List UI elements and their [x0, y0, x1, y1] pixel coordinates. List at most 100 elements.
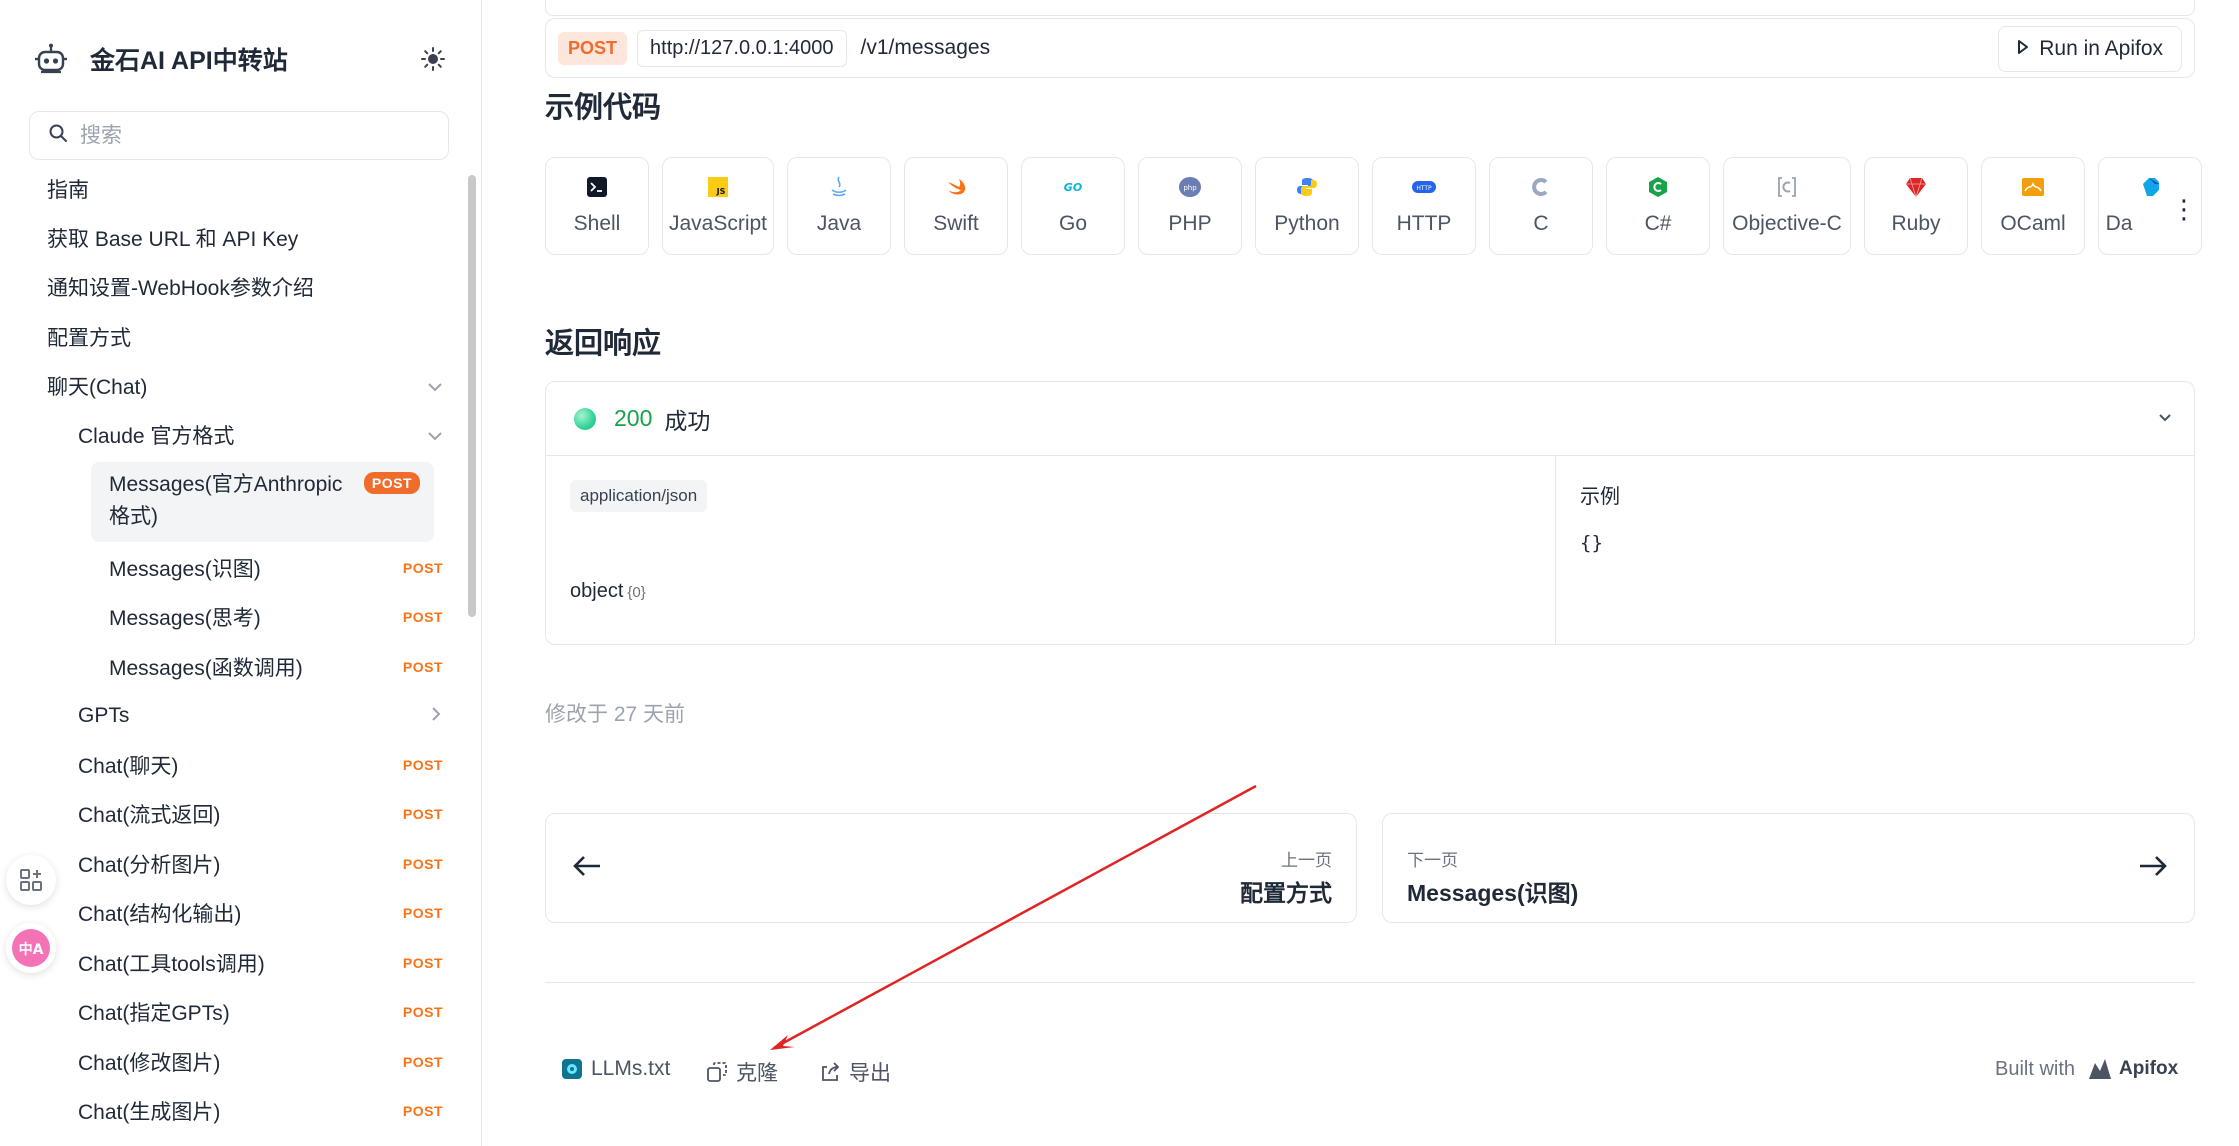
lang-tab-java[interactable]: Java: [787, 157, 891, 255]
sidebar-item-chat[interactable]: Chat(聊天) POST: [78, 745, 443, 785]
chevron-down-icon: [427, 375, 443, 398]
example-value: {}: [1580, 532, 1603, 554]
sidebar-item-chat-stream[interactable]: Chat(流式返回) POST: [78, 794, 443, 834]
lang-tab-http[interactable]: HTTP HTTP: [1372, 157, 1476, 255]
next-page-link[interactable]: 下一页 Messages(识图): [1382, 813, 2195, 923]
translate-icon[interactable]: 中A: [6, 923, 56, 973]
prev-page-title: 配置方式: [1240, 880, 1332, 906]
lang-tab-swift[interactable]: Swift: [904, 157, 1008, 255]
sidebar-item-webhook[interactable]: 通知设置-WebHook参数介绍: [47, 272, 314, 302]
sidebar-item-label: Chat(修改图片): [78, 1052, 221, 1075]
sidebar-group-chat[interactable]: 聊天(Chat): [47, 371, 443, 401]
sidebar-scrollbar[interactable]: [468, 175, 476, 617]
example-label: 示例: [1580, 486, 1620, 508]
post-badge: POST: [402, 757, 443, 773]
sidebar-item-chat-image-analysis[interactable]: Chat(分析图片) POST: [78, 844, 443, 884]
clone-button[interactable]: 克隆: [706, 1057, 778, 1087]
post-badge: POST: [402, 856, 443, 872]
more-vertical-icon[interactable]: ⋮: [2171, 196, 2197, 222]
export-button[interactable]: 导出: [819, 1057, 891, 1087]
c-language-icon: [1528, 174, 1554, 200]
sidebar-item-label: Chat(聊天): [78, 755, 179, 778]
built-with-label: Built with: [1995, 1057, 2076, 1080]
response-status-row[interactable]: 200 成功: [546, 382, 2194, 456]
lang-label: Java: [816, 212, 862, 235]
lang-tab-csharp[interactable]: C#: [1606, 157, 1710, 255]
lang-tab-ruby[interactable]: Ruby: [1864, 157, 1968, 255]
search-box[interactable]: [29, 111, 449, 160]
schema-type: object {0}: [570, 580, 646, 603]
lang-tab-php[interactable]: php PHP: [1138, 157, 1242, 255]
lang-tab-objective-c[interactable]: Objective-C: [1723, 157, 1851, 255]
sidebar-group-claude[interactable]: Claude 官方格式: [78, 420, 443, 450]
post-badge: POST: [402, 560, 443, 576]
svg-text:HTTP: HTTP: [1416, 185, 1432, 192]
lang-tab-go[interactable]: GO Go: [1021, 157, 1125, 255]
sidebar-item-get-base-url[interactable]: 获取 Base URL 和 API Key: [47, 223, 298, 253]
sidebar-item-messages-thinking[interactable]: Messages(思考) POST: [109, 597, 443, 637]
lang-tab-shell[interactable]: Shell: [545, 157, 649, 255]
sidebar-item-chat-tools[interactable]: Chat(工具tools调用) POST: [78, 943, 443, 983]
lang-label: Swift: [933, 212, 979, 235]
play-icon: [2017, 37, 2029, 61]
lang-tab-c[interactable]: C: [1489, 157, 1593, 255]
lang-label: C: [1533, 212, 1549, 235]
sidebar-item-label: 聊天(Chat): [47, 376, 148, 399]
sidebar-item-label: Messages(思考): [109, 607, 261, 630]
lang-label: OCaml: [2000, 212, 2066, 235]
run-in-apifox-button[interactable]: Run in Apifox: [1998, 26, 2182, 72]
search-input[interactable]: [80, 123, 410, 148]
lang-label: PHP: [1168, 212, 1212, 235]
svg-text:GO: GO: [1064, 181, 1082, 194]
robot-logo-icon: [30, 38, 72, 80]
sidebar-item-messages-functions[interactable]: Messages(函数调用) POST: [109, 647, 443, 687]
sidebar-item-label: Messages(识图): [109, 558, 261, 581]
lang-label: Da: [2105, 212, 2133, 235]
lang-tab-python[interactable]: Python: [1255, 157, 1359, 255]
svg-text:中A: 中A: [19, 941, 44, 958]
sidebar-nav: 指南 获取 Base URL 和 API Key 通知设置-WebHook参数介…: [30, 162, 466, 1146]
sidebar-header: 金石AI API中转站: [30, 38, 450, 80]
lang-label: Shell: [573, 212, 621, 235]
sidebar-item-label: Chat(分析图片): [78, 854, 221, 877]
sidebar-item-chat-structured[interactable]: Chat(结构化输出) POST: [78, 893, 443, 933]
apifox-brand: Apifox: [2119, 1058, 2179, 1079]
lang-label: C#: [1644, 212, 1672, 235]
built-with-apifox[interactable]: Built with Apifox: [1995, 1057, 2178, 1081]
response-panel: 200 成功 application/json object {0} 示例 {}: [545, 381, 2195, 645]
sidebar-item-chat-edit-image[interactable]: Chat(修改图片) POST: [78, 1042, 443, 1082]
sidebar-item-label: Chat(生成图片): [78, 1101, 221, 1124]
sidebar-item-label: 获取 Base URL 和 API Key: [47, 228, 299, 251]
swift-icon: [943, 174, 969, 200]
java-icon: [826, 174, 852, 200]
sidebar-item-chat-gen-image[interactable]: Chat(生成图片) POST: [78, 1091, 443, 1131]
lang-tab-ocaml[interactable]: OCaml: [1981, 157, 2085, 255]
sidebar-item-config[interactable]: 配置方式: [47, 322, 131, 352]
label-line-2: 格式): [109, 505, 158, 528]
language-tabs: Shell JS JavaScript Java Swift GO Go php…: [545, 157, 2215, 257]
next-page-title: Messages(识图): [1407, 880, 1579, 906]
sidebar-item-label: Messages(官方Anthropic 格式): [109, 469, 342, 533]
post-badge: POST: [402, 955, 443, 971]
sidebar-item-messages-official[interactable]: Messages(官方Anthropic 格式) POST: [91, 462, 434, 542]
sidebar-item-label: Messages(函数调用): [109, 657, 303, 680]
sidebar-item-messages-vision[interactable]: Messages(识图) POST: [109, 548, 443, 588]
sidebar-group-gpts[interactable]: GPTs: [78, 696, 443, 736]
theme-toggle-sun-icon[interactable]: [416, 42, 450, 76]
llms-txt-link[interactable]: LLMs.txt: [561, 1057, 670, 1081]
php-icon: php: [1177, 174, 1203, 200]
svg-text:JS: JS: [716, 187, 726, 196]
lang-tab-javascript[interactable]: JS JavaScript: [662, 157, 774, 255]
lang-label: Python: [1274, 212, 1340, 235]
prev-page-link[interactable]: 上一页 配置方式: [545, 813, 1357, 923]
status-dot-icon: [574, 407, 596, 430]
base-url[interactable]: http://127.0.0.1:4000: [637, 29, 847, 67]
sidebar-item-chat-gpts[interactable]: Chat(指定GPTs) POST: [78, 992, 443, 1032]
arrow-right-icon: [2138, 852, 2168, 886]
sidebar-item-guide[interactable]: 指南: [47, 174, 89, 204]
post-badge: POST: [402, 609, 443, 625]
chevron-down-icon[interactable]: [2158, 406, 2172, 427]
response-title: 返回响应: [545, 328, 662, 360]
apps-grid-icon[interactable]: [6, 855, 56, 905]
content-type-badge: application/json: [570, 480, 708, 512]
